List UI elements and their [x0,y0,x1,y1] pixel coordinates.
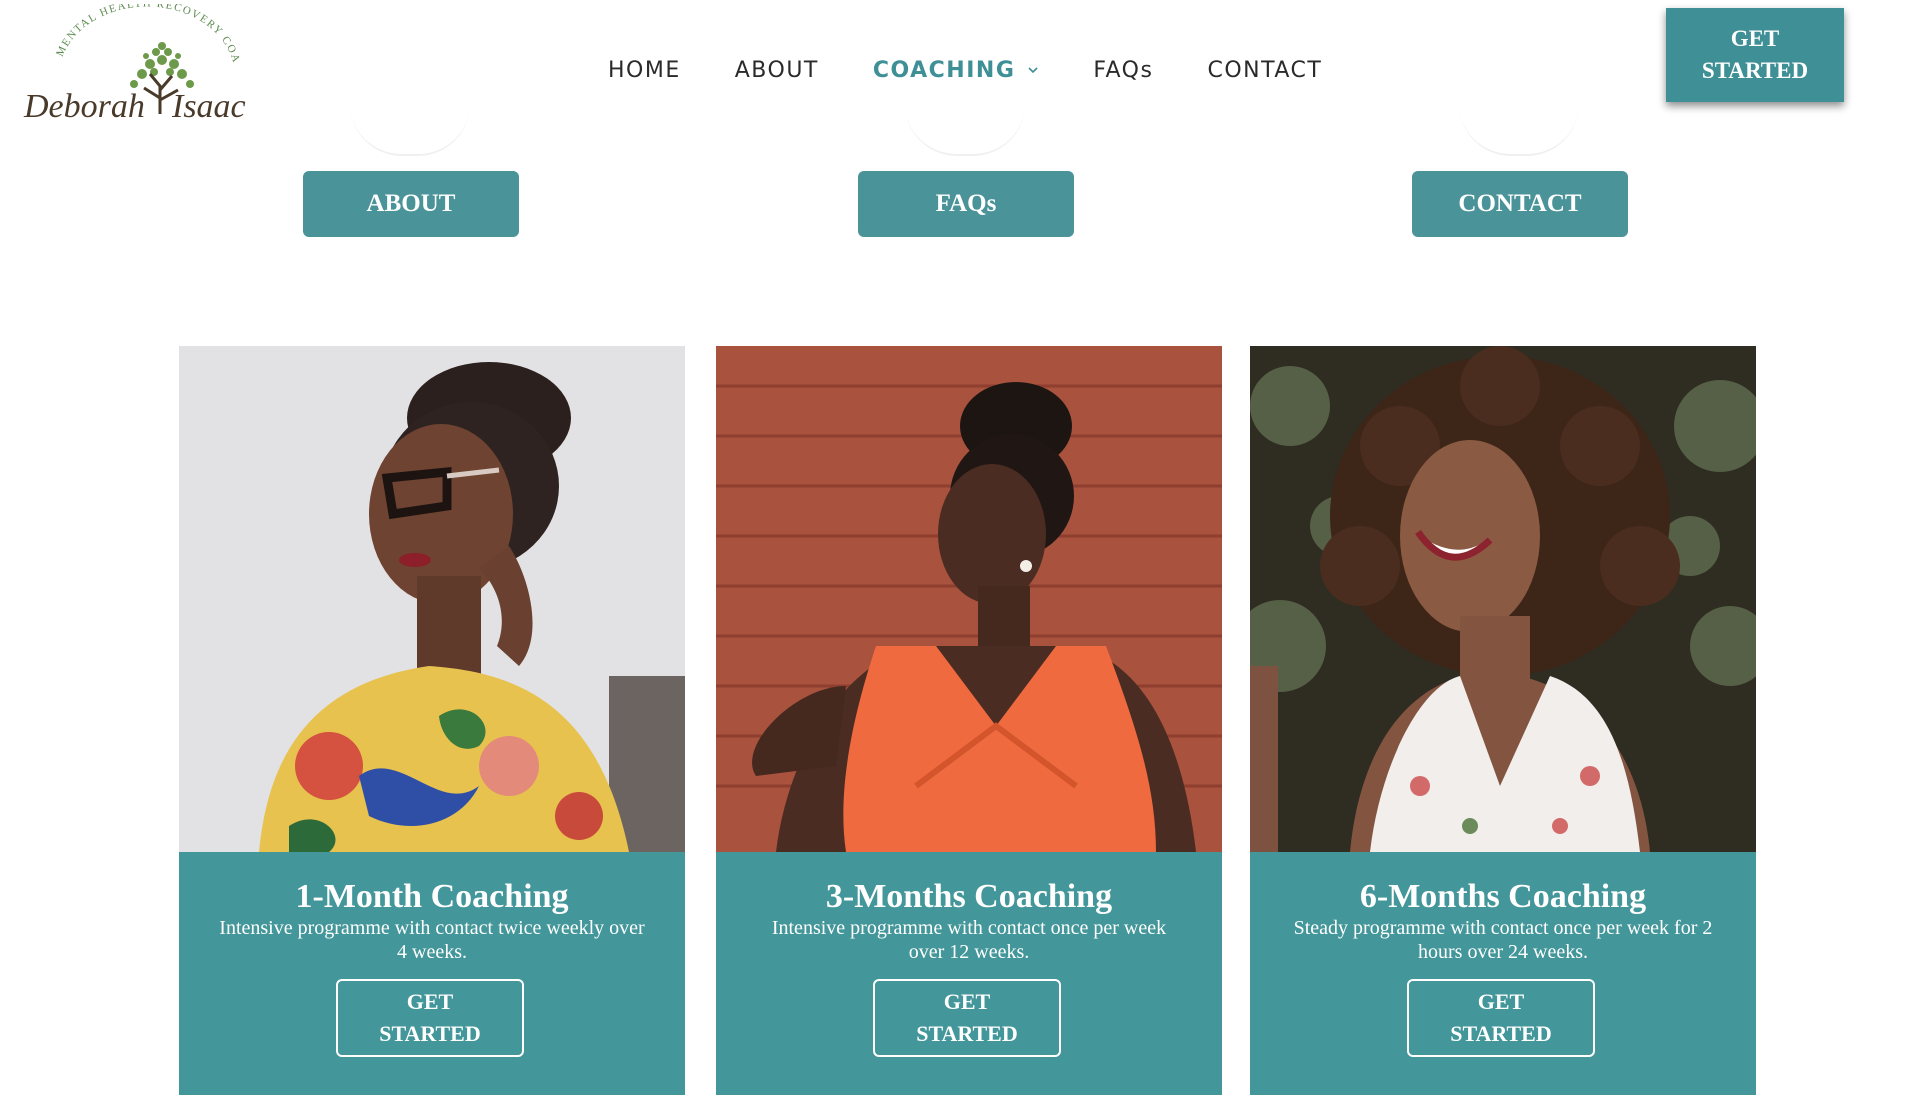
nav-coaching[interactable]: COACHING [873,58,1040,83]
chevron-down-icon [1028,67,1038,74]
card-description: Steady programme with contact once per w… [1293,917,1713,963]
nav-coaching-label: COACHING [872,57,1016,83]
logo-tree-icon: MENTAL HEALTH RECOVERY COACH Deborah Isa… [22,4,246,125]
about-button[interactable]: ABOUT [303,171,519,237]
nav-home-label: HOME [608,57,681,83]
svg-text:Isaac: Isaac [171,88,246,125]
faqs-button[interactable]: FAQs [858,171,1074,237]
card-get-started-button[interactable]: GET STARTED [336,979,524,1057]
woman-in-orange-dress-photo [716,346,1222,852]
header-get-started-label: GET STARTED [1701,26,1809,83]
card-get-started-label: GET STARTED [916,989,1018,1046]
brand-logo[interactable]: MENTAL HEALTH RECOVERY COACH Deborah Isa… [22,4,272,132]
nav-about[interactable]: ABOUT [735,58,819,83]
card-title: 3-Months Coaching [825,878,1113,915]
nav-contact[interactable]: CONTACT [1207,58,1322,83]
card-title: 6-Months Coaching [1359,878,1647,915]
card-get-started-label: GET STARTED [379,989,481,1046]
header-get-started-button[interactable]: GET STARTED [1666,8,1844,102]
card-get-started-button[interactable]: GET STARTED [1407,979,1595,1057]
nav-contact-label: CONTACT [1207,57,1323,83]
card-title: 1-Month Coaching [295,878,569,915]
card-get-started-label: GET STARTED [1450,989,1552,1046]
smiling-woman-curly-hair-photo [1250,346,1756,852]
nav-faqs-label: FAQs [1093,57,1154,83]
quick-link-image-edge [1459,104,1579,156]
quick-link-image-edge [905,104,1025,156]
nav-about-label: ABOUT [734,57,819,83]
card-description: Intensive programme with contact once pe… [771,917,1167,963]
nav-home[interactable]: HOME [608,58,681,83]
quick-link-image-edge [350,104,470,156]
svg-text:Deborah: Deborah [23,88,145,125]
coaching-card-3-months: 3-Months Coaching Intensive programme wi… [716,346,1222,1095]
contact-button[interactable]: CONTACT [1412,171,1628,237]
svg-text:MENTAL HEALTH RECOVERY COACH: MENTAL HEALTH RECOVERY COACH [22,4,242,65]
main-nav: HOME ABOUT COACHING FAQs CONTACT [608,52,1376,88]
coaching-card-6-months: 6-Months Coaching Steady programme with … [1250,346,1756,1095]
card-get-started-button[interactable]: GET STARTED [873,979,1061,1057]
nav-faqs[interactable]: FAQs [1093,58,1153,83]
woman-in-glasses-photo [179,346,685,852]
card-description: Intensive programme with contact twice w… [219,917,645,963]
coaching-card-1-month: 1-Month Coaching Intensive programme wit… [179,346,685,1095]
